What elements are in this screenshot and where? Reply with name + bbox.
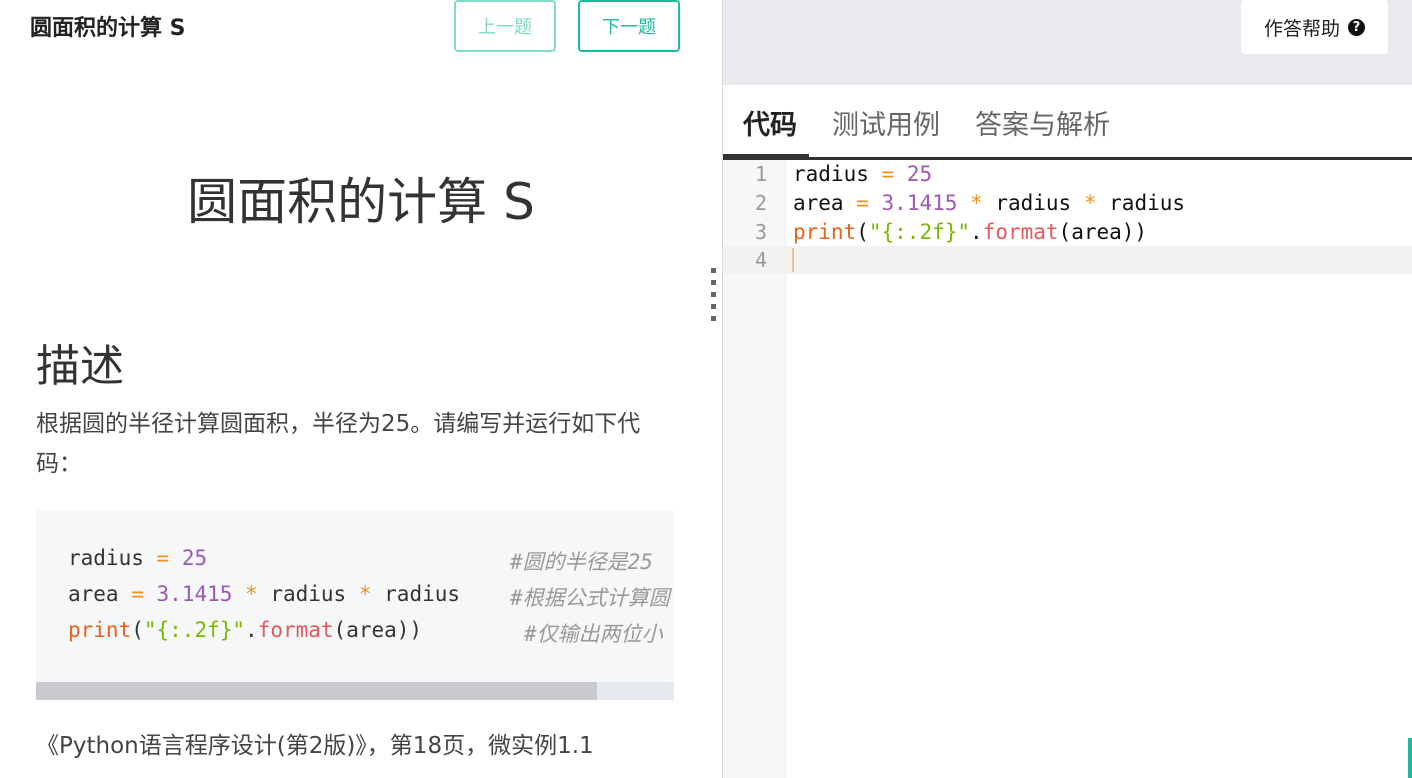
question-circle-icon: ?: [1348, 18, 1365, 36]
sample-code-comment: #根据公式计算圆: [510, 586, 670, 610]
problem-panel: 圆面积的计算 S 上一题 下一题 圆面积的计算 S 描述 根据圆的半径计算圆面积…: [0, 0, 722, 778]
answer-help-button[interactable]: 作答帮助 ?: [1241, 0, 1388, 54]
help-button-label: 作答帮助: [1263, 17, 1340, 40]
sample-code-line: radius = 25: [68, 546, 208, 570]
prev-question-button[interactable]: 上一题: [454, 0, 556, 52]
active-line-highlight: [786, 246, 1412, 274]
sample-code-line: area = 3.1415 * radius * radius: [68, 582, 461, 606]
tab-bar: 代码 测试用例 答案与解析: [723, 85, 1412, 160]
code-panel: 作答帮助 ? 代码 测试用例 答案与解析 1 2 3 4 radius = 25…: [723, 0, 1412, 778]
editor-line[interactable]: radius = 25: [793, 162, 932, 186]
code-block-scrollbar[interactable]: [36, 682, 674, 700]
tab-answer-analysis[interactable]: 答案与解析: [975, 103, 1110, 142]
sample-code-block: radius = 25 #圆的半径是25 area = 3.1415 * rad…: [36, 510, 674, 700]
editor-line[interactable]: print("{:.2f}".format(area)): [793, 220, 1147, 244]
text-cursor: [792, 248, 794, 272]
code-editor[interactable]: 1 2 3 4 radius = 25 area = 3.1415 * radi…: [723, 160, 1412, 778]
description-text: 根据圆的半径计算圆面积，半径为25。请编写并运行如下代码：: [36, 411, 641, 477]
sample-code-comment: #仅输出两位小: [524, 622, 663, 646]
line-number: 4: [754, 248, 767, 272]
sample-code-line: print("{:.2f}".format(area)): [68, 618, 423, 642]
drag-handle-icon[interactable]: [711, 268, 719, 324]
scrollbar-thumb[interactable]: [36, 682, 598, 700]
description-heading: 描述: [36, 341, 124, 392]
tab-code[interactable]: 代码: [743, 103, 797, 142]
next-question-button[interactable]: 下一题: [578, 0, 680, 52]
toolbar: 作答帮助 ?: [723, 0, 1412, 85]
page-title: 圆面积的计算 S: [30, 16, 186, 41]
side-accent: [1408, 738, 1412, 778]
line-number: 2: [754, 191, 767, 215]
line-number: 3: [754, 220, 767, 244]
line-number: 1: [754, 162, 767, 186]
sample-code-comment: #圆的半径是25: [510, 550, 653, 574]
problem-heading: 圆面积的计算 S: [187, 173, 535, 231]
editor-line[interactable]: area = 3.1415 * radius * radius: [793, 191, 1185, 215]
book-reference: 《Python语言程序设计(第2版)》，第18页，微实例1.1: [36, 733, 594, 759]
tab-test-cases[interactable]: 测试用例: [832, 103, 940, 142]
